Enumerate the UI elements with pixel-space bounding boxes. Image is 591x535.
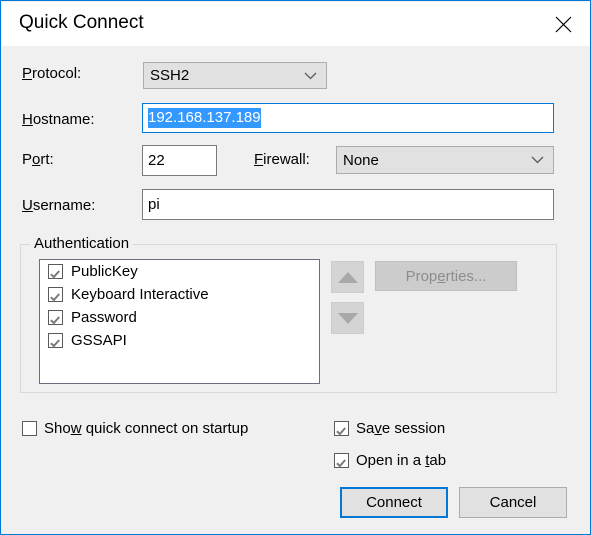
authentication-list[interactable]: PublicKey Keyboard Interactive Password … — [39, 259, 320, 384]
connect-button[interactable]: Connect — [340, 487, 448, 518]
port-input[interactable]: 22 — [142, 145, 217, 176]
username-label: Username: — [22, 197, 96, 214]
move-up-button[interactable] — [331, 261, 364, 293]
username-input[interactable]: pi — [142, 189, 554, 220]
username-value: pi — [148, 196, 160, 213]
show-on-startup-label-before: Sho — [44, 420, 71, 437]
protocol-value: SSH2 — [150, 67, 190, 84]
list-item-label: Keyboard Interactive — [71, 286, 209, 303]
properties-label-after: rties... — [445, 267, 487, 285]
firewall-dropdown[interactable]: None — [336, 146, 554, 174]
hostname-label: Hostname: — [22, 111, 95, 128]
cancel-button-label: Cancel — [489, 494, 537, 511]
port-value: 22 — [148, 152, 165, 169]
properties-button[interactable]: Prop e rties... — [375, 261, 517, 291]
open-in-tab-label-before: Open in a — [356, 452, 426, 469]
quick-connect-dialog: Quick Connect Protocol: SSH2 Hostname: 1… — [0, 0, 591, 535]
triangle-down-icon — [337, 312, 358, 324]
save-session-checkbox-row[interactable]: Save session — [334, 420, 445, 437]
hostname-value: 192.168.137.189 — [148, 108, 261, 128]
close-icon[interactable] — [543, 7, 583, 41]
list-item[interactable]: PublicKey — [40, 260, 319, 283]
list-item-label: PublicKey — [71, 263, 138, 280]
triangle-up-icon — [337, 271, 358, 283]
port-label: Port: — [22, 151, 54, 168]
move-down-button[interactable] — [331, 302, 364, 334]
chevron-down-icon — [531, 156, 544, 164]
save-session-label-after: e session — [381, 420, 446, 437]
protocol-dropdown[interactable]: SSH2 — [143, 62, 327, 89]
firewall-value: None — [343, 151, 379, 169]
list-item-label: Password — [71, 309, 137, 326]
properties-label-accel: e — [437, 267, 446, 285]
open-in-tab-label-after: ab — [429, 452, 447, 469]
title-bar: Quick Connect — [2, 2, 590, 46]
window-title: Quick Connect — [19, 12, 144, 33]
save-session-label-before: Sa — [356, 420, 375, 437]
checkbox-publickey[interactable] — [48, 264, 63, 279]
show-on-startup-label-after: quick connect on startup — [81, 420, 249, 437]
checkbox-gssapi[interactable] — [48, 333, 63, 348]
checkbox-open-in-a-tab[interactable] — [334, 453, 349, 468]
show-on-startup-checkbox-row[interactable]: Show quick connect on startup — [22, 420, 248, 437]
cancel-button[interactable]: Cancel — [459, 487, 567, 518]
list-item-label: GSSAPI — [71, 332, 127, 349]
show-on-startup-label-accel: w — [70, 420, 82, 437]
list-item[interactable]: GSSAPI — [40, 329, 319, 352]
checkbox-show-quick-connect-on-startup[interactable] — [22, 421, 37, 436]
firewall-label: Firewall: — [254, 151, 310, 168]
checkbox-password[interactable] — [48, 310, 63, 325]
chevron-down-icon — [304, 72, 317, 80]
connect-button-label: Connect — [366, 494, 422, 511]
protocol-label: Protocol: — [22, 65, 82, 82]
hostname-input[interactable]: 192.168.137.189 — [142, 103, 554, 133]
properties-label-before: Prop — [405, 267, 438, 285]
checkbox-save-session[interactable] — [334, 421, 349, 436]
open-in-tab-checkbox-row[interactable]: Open in a tab — [334, 452, 446, 469]
authentication-legend: Authentication — [30, 235, 134, 252]
list-item[interactable]: Password — [40, 306, 319, 329]
list-item[interactable]: Keyboard Interactive — [40, 283, 319, 306]
save-session-label-accel: v — [374, 420, 382, 437]
checkbox-keyboard-interactive[interactable] — [48, 287, 63, 302]
